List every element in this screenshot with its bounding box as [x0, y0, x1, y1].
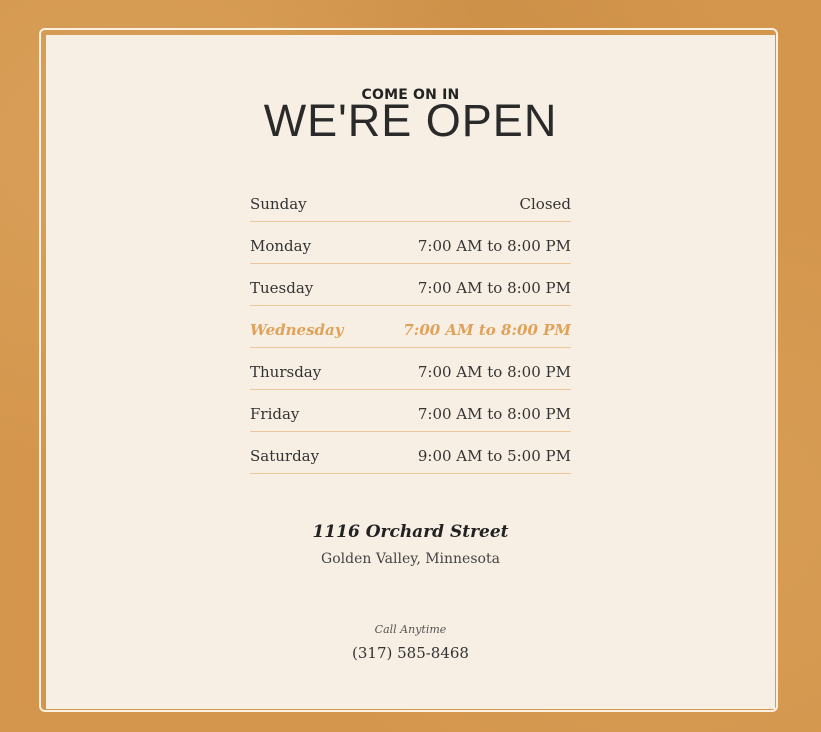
hours-row-sunday: Sunday Closed: [250, 180, 571, 222]
day-label: Friday: [250, 404, 300, 423]
hours-row-friday: Friday 7:00 AM to 8:00 PM: [250, 390, 571, 432]
hours-card: COME ON IN WE'RE OPEN Sunday Closed Mond…: [46, 35, 775, 709]
time-label: 7:00 AM to 8:00 PM: [417, 236, 571, 255]
day-label: Wednesday: [250, 320, 344, 339]
phone-number[interactable]: (317) 585-8468: [46, 644, 775, 662]
day-label: Tuesday: [250, 278, 314, 297]
call-label: Call Anytime: [374, 623, 447, 636]
hours-row-monday: Monday 7:00 AM to 8:00 PM: [250, 222, 571, 264]
time-label: Closed: [519, 194, 571, 213]
day-label: Saturday: [250, 446, 320, 465]
time-label: 7:00 AM to 8:00 PM: [417, 362, 571, 381]
day-label: Thursday: [250, 362, 322, 381]
hours-table: Sunday Closed Monday 7:00 AM to 8:00 PM …: [250, 180, 571, 474]
time-label: 9:00 AM to 5:00 PM: [417, 446, 571, 465]
page-title: WE'RE OPEN: [263, 95, 558, 146]
time-label: 7:00 AM to 8:00 PM: [417, 404, 571, 423]
hours-row-saturday: Saturday 9:00 AM to 5:00 PM: [250, 432, 571, 474]
time-label: 7:00 AM to 8:00 PM: [403, 320, 571, 339]
day-label: Sunday: [250, 194, 307, 213]
street-address: 1116 Orchard Street: [312, 522, 509, 542]
city-state: Golden Valley, Minnesota: [321, 551, 500, 567]
hours-row-tuesday: Tuesday 7:00 AM to 8:00 PM: [250, 264, 571, 306]
time-label: 7:00 AM to 8:00 PM: [417, 278, 571, 297]
hours-row-thursday: Thursday 7:00 AM to 8:00 PM: [250, 348, 571, 390]
hours-row-wednesday-today: Wednesday 7:00 AM to 8:00 PM: [250, 306, 571, 348]
day-label: Monday: [250, 236, 312, 255]
